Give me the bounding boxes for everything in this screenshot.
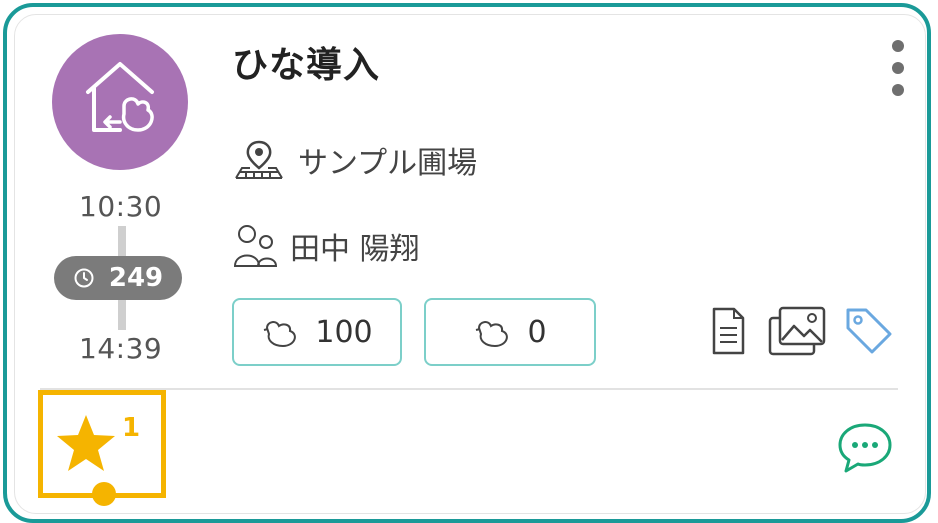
event-type-icon: [52, 34, 188, 170]
location-name: サンプル圃場: [298, 146, 478, 181]
star-icon: [57, 415, 115, 471]
chick-icon: [476, 321, 509, 348]
chick-count-value: 0: [527, 314, 547, 350]
chick-count-button[interactable]: 100: [232, 298, 402, 366]
location-row: サンプル圃場: [232, 138, 477, 182]
duration-badge: 249: [54, 256, 182, 300]
document-icon[interactable]: [710, 306, 746, 356]
tag-icon[interactable]: [842, 304, 896, 356]
start-time: 10:30: [79, 190, 163, 223]
person-name: 田中 陽翔: [290, 232, 420, 267]
chick-count-button[interactable]: 0: [424, 298, 596, 366]
duration-value: 249: [108, 263, 164, 293]
favorite-count: 1: [122, 413, 141, 443]
farm-location-icon: [235, 140, 283, 179]
more-menu-button[interactable]: [888, 40, 908, 96]
dot: [892, 84, 904, 96]
end-time: 14:39: [79, 332, 163, 365]
house-chick-icon: [86, 62, 154, 132]
chat-bubble-icon[interactable]: [836, 422, 894, 474]
chick-count-value: 100: [315, 314, 373, 350]
people-icon: [233, 225, 278, 267]
favorite-indicator-dot: [92, 482, 116, 506]
timeline-connector: [118, 300, 126, 330]
image-gallery-icon[interactable]: [768, 304, 828, 356]
event-title: ひな導入: [232, 45, 381, 86]
chick-icon: [264, 321, 297, 348]
dot: [892, 62, 904, 74]
dot: [892, 40, 904, 52]
person-row: 田中 陽翔: [232, 222, 420, 270]
timer-icon: [74, 268, 94, 288]
footer-divider: [40, 388, 898, 390]
